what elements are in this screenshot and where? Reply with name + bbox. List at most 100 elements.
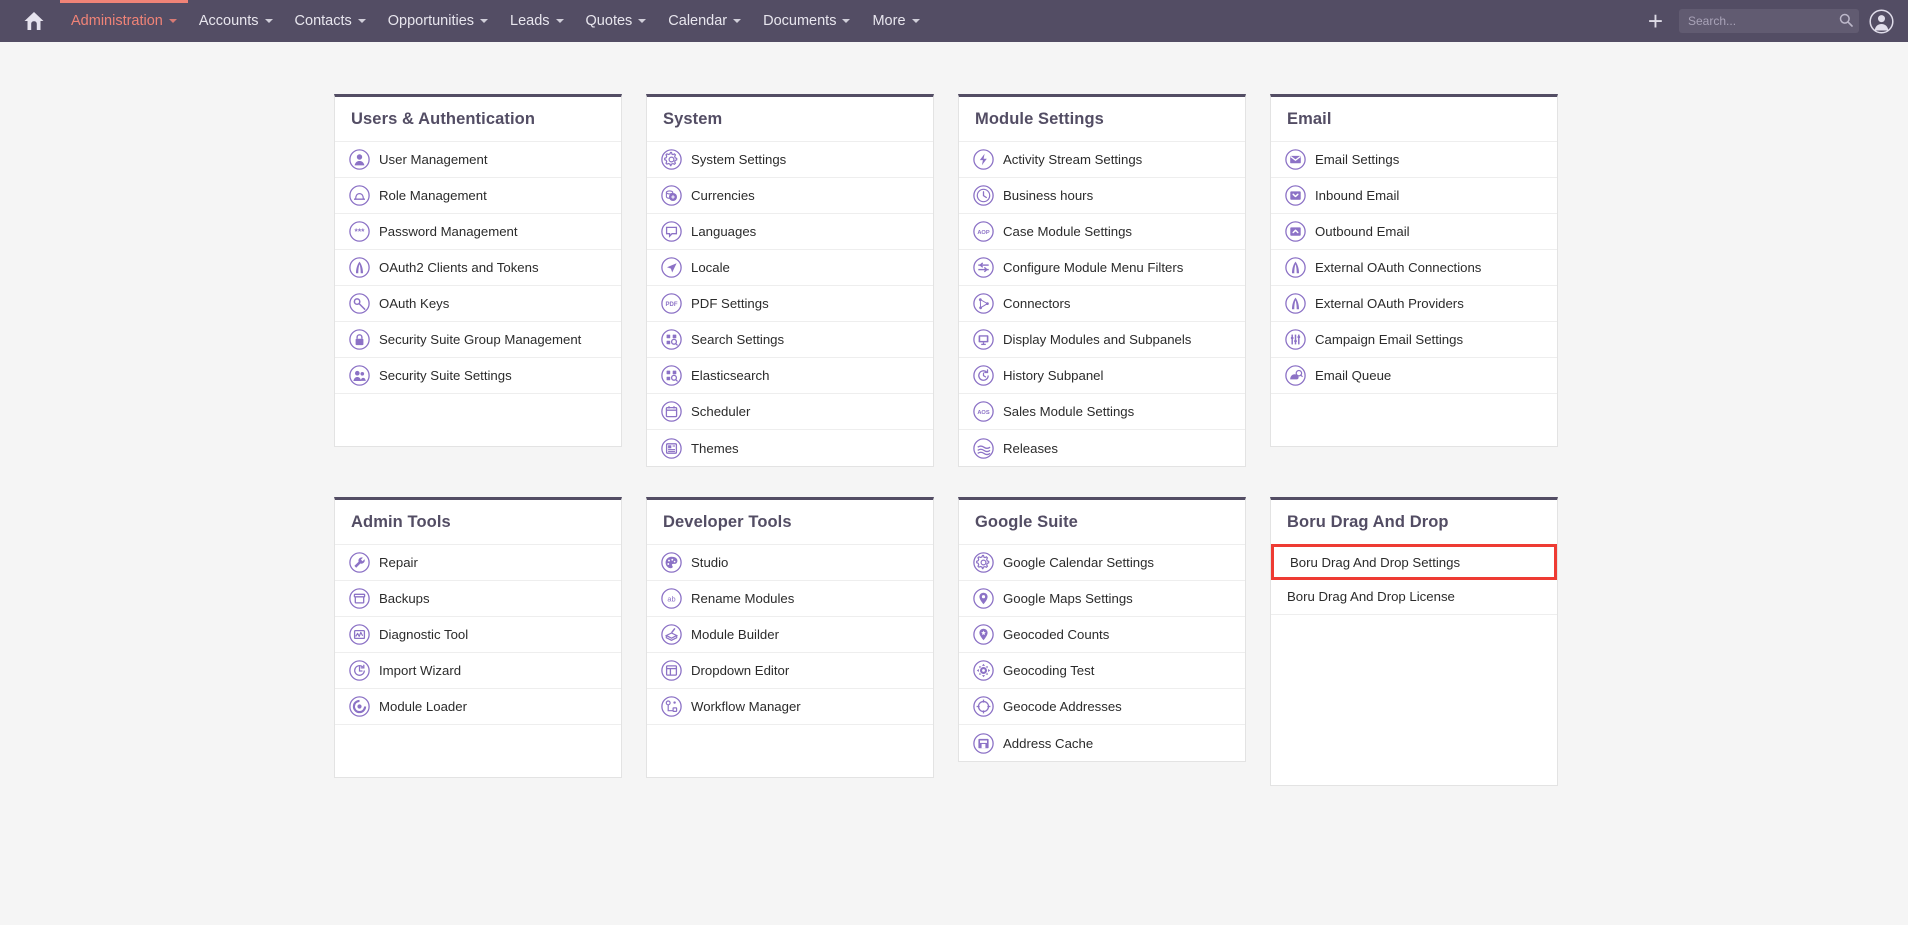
admin-link-label: Scheduler bbox=[691, 404, 751, 419]
admin-link-campaign-email-settings[interactable]: Campaign Email Settings bbox=[1271, 322, 1557, 358]
chevron-down-icon[interactable] bbox=[733, 19, 742, 23]
speech-bubble-icon bbox=[661, 221, 682, 242]
nav-item-administration[interactable]: Administration bbox=[60, 0, 188, 42]
admin-link-case-module-settings[interactable]: AOP Case Module Settings bbox=[959, 214, 1245, 250]
admin-link-label: Module Builder bbox=[691, 627, 779, 642]
svg-text:***: *** bbox=[355, 226, 366, 236]
chevron-down-icon[interactable] bbox=[842, 19, 851, 23]
admin-link-user-management[interactable]: User Management bbox=[335, 142, 621, 178]
admin-link-backups[interactable]: Backups bbox=[335, 581, 621, 617]
admin-link-boru-drag-and-drop-settings[interactable]: Boru Drag And Drop Settings bbox=[1271, 544, 1557, 580]
admin-link-label: Rename Modules bbox=[691, 591, 795, 606]
search-icon[interactable] bbox=[1839, 13, 1853, 32]
admin-link-label: Locale bbox=[691, 260, 730, 275]
admin-link-currencies[interactable]: Currencies bbox=[647, 178, 933, 214]
admin-link-label: Security Suite Group Management bbox=[379, 332, 582, 347]
nav-item-leads[interactable]: Leads bbox=[499, 0, 575, 42]
admin-link-geocode-addresses[interactable]: Geocode Addresses bbox=[959, 689, 1245, 725]
nav-item-more[interactable]: More bbox=[861, 0, 930, 42]
admin-link-studio[interactable]: Studio bbox=[647, 545, 933, 581]
admin-link-label: Backups bbox=[379, 591, 430, 606]
nav-item-accounts[interactable]: Accounts bbox=[188, 0, 284, 42]
admin-link-repair[interactable]: Repair bbox=[335, 545, 621, 581]
admin-link-languages[interactable]: Languages bbox=[647, 214, 933, 250]
panel-empty-space bbox=[647, 725, 933, 777]
admin-link-system-settings[interactable]: System Settings bbox=[647, 142, 933, 178]
panel-title: Module Settings bbox=[959, 97, 1245, 142]
admin-link-activity-stream-settings[interactable]: Activity Stream Settings bbox=[959, 142, 1245, 178]
admin-link-rename-modules[interactable]: ab Rename Modules bbox=[647, 581, 933, 617]
admin-link-geocoding-test[interactable]: Geocoding Test bbox=[959, 653, 1245, 689]
panel-title: Developer Tools bbox=[647, 500, 933, 545]
admin-link-module-builder[interactable]: Module Builder bbox=[647, 617, 933, 653]
admin-link-external-oauth-providers[interactable]: External OAuth Providers bbox=[1271, 286, 1557, 322]
admin-link-email-queue[interactable]: Email Queue bbox=[1271, 358, 1557, 394]
admin-link-history-subpanel[interactable]: History Subpanel bbox=[959, 358, 1245, 394]
admin-link-security-suite-group-management[interactable]: Security Suite Group Management bbox=[335, 322, 621, 358]
search-input[interactable] bbox=[1679, 9, 1859, 33]
nav-item-quotes[interactable]: Quotes bbox=[575, 0, 658, 42]
admin-link-password-management[interactable]: *** Password Management bbox=[335, 214, 621, 250]
admin-link-email-settings[interactable]: Email Settings bbox=[1271, 142, 1557, 178]
quick-create-button[interactable]: + bbox=[1642, 8, 1669, 34]
admin-link-sales-module-settings[interactable]: AOS Sales Module Settings bbox=[959, 394, 1245, 430]
bolt-icon bbox=[973, 149, 994, 170]
admin-link-diagnostic-tool[interactable]: Diagnostic Tool bbox=[335, 617, 621, 653]
admin-link-label: Business hours bbox=[1003, 188, 1094, 203]
admin-link-releases[interactable]: Releases bbox=[959, 430, 1245, 466]
search-grid-icon bbox=[661, 329, 682, 350]
gear-icon bbox=[973, 552, 994, 573]
admin-link-module-loader[interactable]: Module Loader bbox=[335, 689, 621, 725]
nav-item-documents[interactable]: Documents bbox=[752, 0, 861, 42]
address-cache-icon bbox=[973, 732, 994, 754]
admin-link-google-maps-settings[interactable]: Google Maps Settings bbox=[959, 581, 1245, 617]
admin-link-boru-drag-and-drop-license[interactable]: Boru Drag And Drop License bbox=[1271, 579, 1557, 615]
admin-link-display-modules-and-subpanels[interactable]: Display Modules and Subpanels bbox=[959, 322, 1245, 358]
key-icon bbox=[349, 293, 370, 314]
admin-link-scheduler[interactable]: Scheduler bbox=[647, 394, 933, 430]
chevron-down-icon[interactable] bbox=[911, 19, 920, 23]
admin-link-geocoded-counts[interactable]: Geocoded Counts bbox=[959, 617, 1245, 653]
chevron-down-icon[interactable] bbox=[480, 19, 489, 23]
chevron-down-icon[interactable] bbox=[168, 19, 177, 23]
chevron-down-icon[interactable] bbox=[555, 19, 564, 23]
map-pin-star-icon bbox=[973, 624, 994, 645]
panel-empty-space bbox=[1271, 394, 1557, 446]
admin-link-oauth2-clients-and-tokens[interactable]: OAuth2 Clients and Tokens bbox=[335, 250, 621, 286]
admin-link-configure-module-menu-filters[interactable]: Configure Module Menu Filters bbox=[959, 250, 1245, 286]
outbound-email-icon bbox=[1285, 221, 1306, 242]
chevron-down-icon[interactable] bbox=[638, 19, 647, 23]
admin-link-label: Display Modules and Subpanels bbox=[1003, 332, 1192, 347]
admin-link-inbound-email[interactable]: Inbound Email bbox=[1271, 178, 1557, 214]
admin-link-address-cache[interactable]: Address Cache bbox=[959, 725, 1245, 761]
chevron-down-icon[interactable] bbox=[264, 19, 273, 23]
admin-link-role-management[interactable]: Role Management bbox=[335, 178, 621, 214]
nav-item-opportunities[interactable]: Opportunities bbox=[377, 0, 499, 42]
admin-link-outbound-email[interactable]: Outbound Email bbox=[1271, 214, 1557, 250]
admin-link-security-suite-settings[interactable]: Security Suite Settings bbox=[335, 358, 621, 394]
chevron-down-icon[interactable] bbox=[357, 19, 366, 23]
admin-link-business-hours[interactable]: Business hours bbox=[959, 178, 1245, 214]
nav-item-calendar[interactable]: Calendar bbox=[657, 0, 752, 42]
admin-link-import-wizard[interactable]: Import Wizard bbox=[335, 653, 621, 689]
admin-link-pdf-settings[interactable]: PDF PDF Settings bbox=[647, 286, 933, 322]
user-avatar-icon[interactable] bbox=[1869, 8, 1894, 34]
admin-link-locale[interactable]: Locale bbox=[647, 250, 933, 286]
home-icon[interactable] bbox=[14, 0, 54, 42]
nav-item-contacts[interactable]: Contacts bbox=[284, 0, 377, 42]
svg-text:ab: ab bbox=[667, 594, 675, 603]
role-hat-icon bbox=[349, 185, 370, 206]
panel-email: Email Email Settings Inbound Email Outbound… bbox=[1270, 94, 1558, 447]
admin-link-elasticsearch[interactable]: Elasticsearch bbox=[647, 358, 933, 394]
admin-link-connectors[interactable]: Connectors bbox=[959, 286, 1245, 322]
admin-link-themes[interactable]: Themes bbox=[647, 430, 933, 466]
nav-item-label: Leads bbox=[510, 13, 550, 29]
admin-link-google-calendar-settings[interactable]: Google Calendar Settings bbox=[959, 545, 1245, 581]
admin-link-dropdown-editor[interactable]: Dropdown Editor bbox=[647, 653, 933, 689]
admin-link-label: Boru Drag And Drop License bbox=[1287, 589, 1455, 604]
admin-link-workflow-manager[interactable]: Workflow Manager bbox=[647, 689, 933, 725]
panel-item-list: Repair Backups Diagnostic Tool Import Wizar… bbox=[335, 545, 621, 777]
admin-link-search-settings[interactable]: Search Settings bbox=[647, 322, 933, 358]
admin-link-external-oauth-connections[interactable]: External OAuth Connections bbox=[1271, 250, 1557, 286]
admin-link-oauth-keys[interactable]: OAuth Keys bbox=[335, 286, 621, 322]
